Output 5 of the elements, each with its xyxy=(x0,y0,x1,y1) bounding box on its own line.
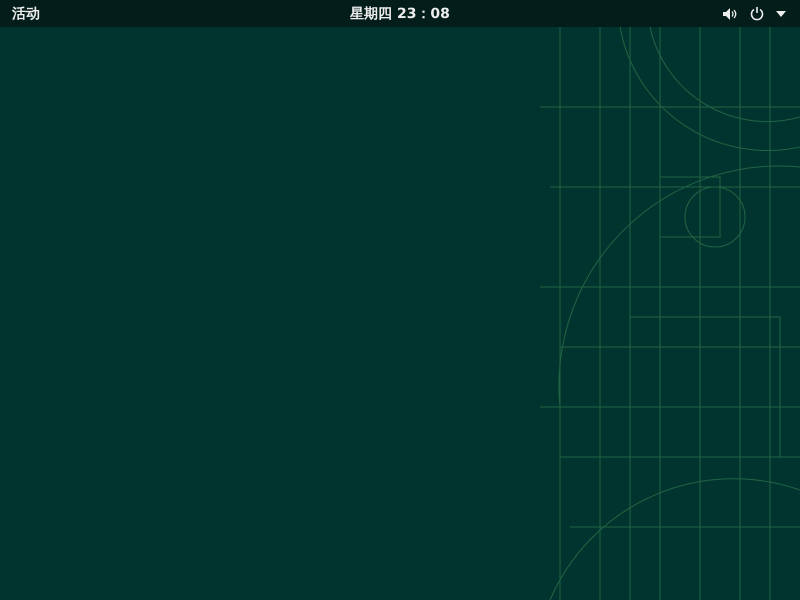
volume-icon[interactable] xyxy=(722,6,738,20)
activities-button[interactable]: 活动 xyxy=(0,4,52,22)
caret-icon[interactable] xyxy=(776,10,786,16)
power-icon[interactable] xyxy=(750,6,764,21)
clock[interactable]: 星期四 23：08 xyxy=(350,4,450,22)
